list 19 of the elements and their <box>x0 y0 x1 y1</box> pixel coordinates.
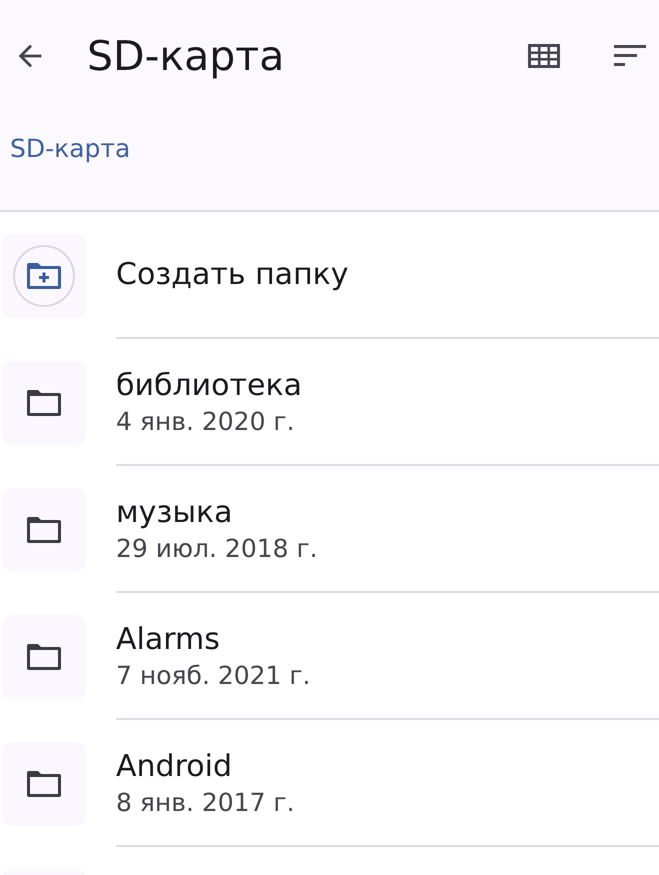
grid-view-icon[interactable] <box>528 44 560 68</box>
folder-date: 8 янв. 2017 г. <box>116 788 295 816</box>
create-folder-label[interactable]: Создать папку <box>116 257 349 292</box>
folder-date: 29 июл. 2018 г. <box>116 534 318 562</box>
folder-name[interactable]: Alarms <box>116 622 220 656</box>
new-folder-button[interactable] <box>2 234 86 318</box>
folder-name[interactable]: библиотека <box>116 368 302 402</box>
sort-icon[interactable] <box>614 45 646 67</box>
folder-name[interactable]: музыка <box>116 494 233 530</box>
folder-icon <box>26 388 62 416</box>
breadcrumb-link[interactable]: SD-карта <box>0 134 130 163</box>
folder-date: 7 нояб. 2021 г. <box>116 660 310 690</box>
folder-icon <box>26 642 62 670</box>
folder-icon <box>26 770 62 798</box>
folder-icon <box>26 516 62 544</box>
folder-plus-icon <box>26 262 62 290</box>
page-title: SD-карта <box>87 32 286 80</box>
folder-date: 4 янв. 2020 г. <box>116 406 295 436</box>
folder-name[interactable]: Android <box>116 748 232 784</box>
